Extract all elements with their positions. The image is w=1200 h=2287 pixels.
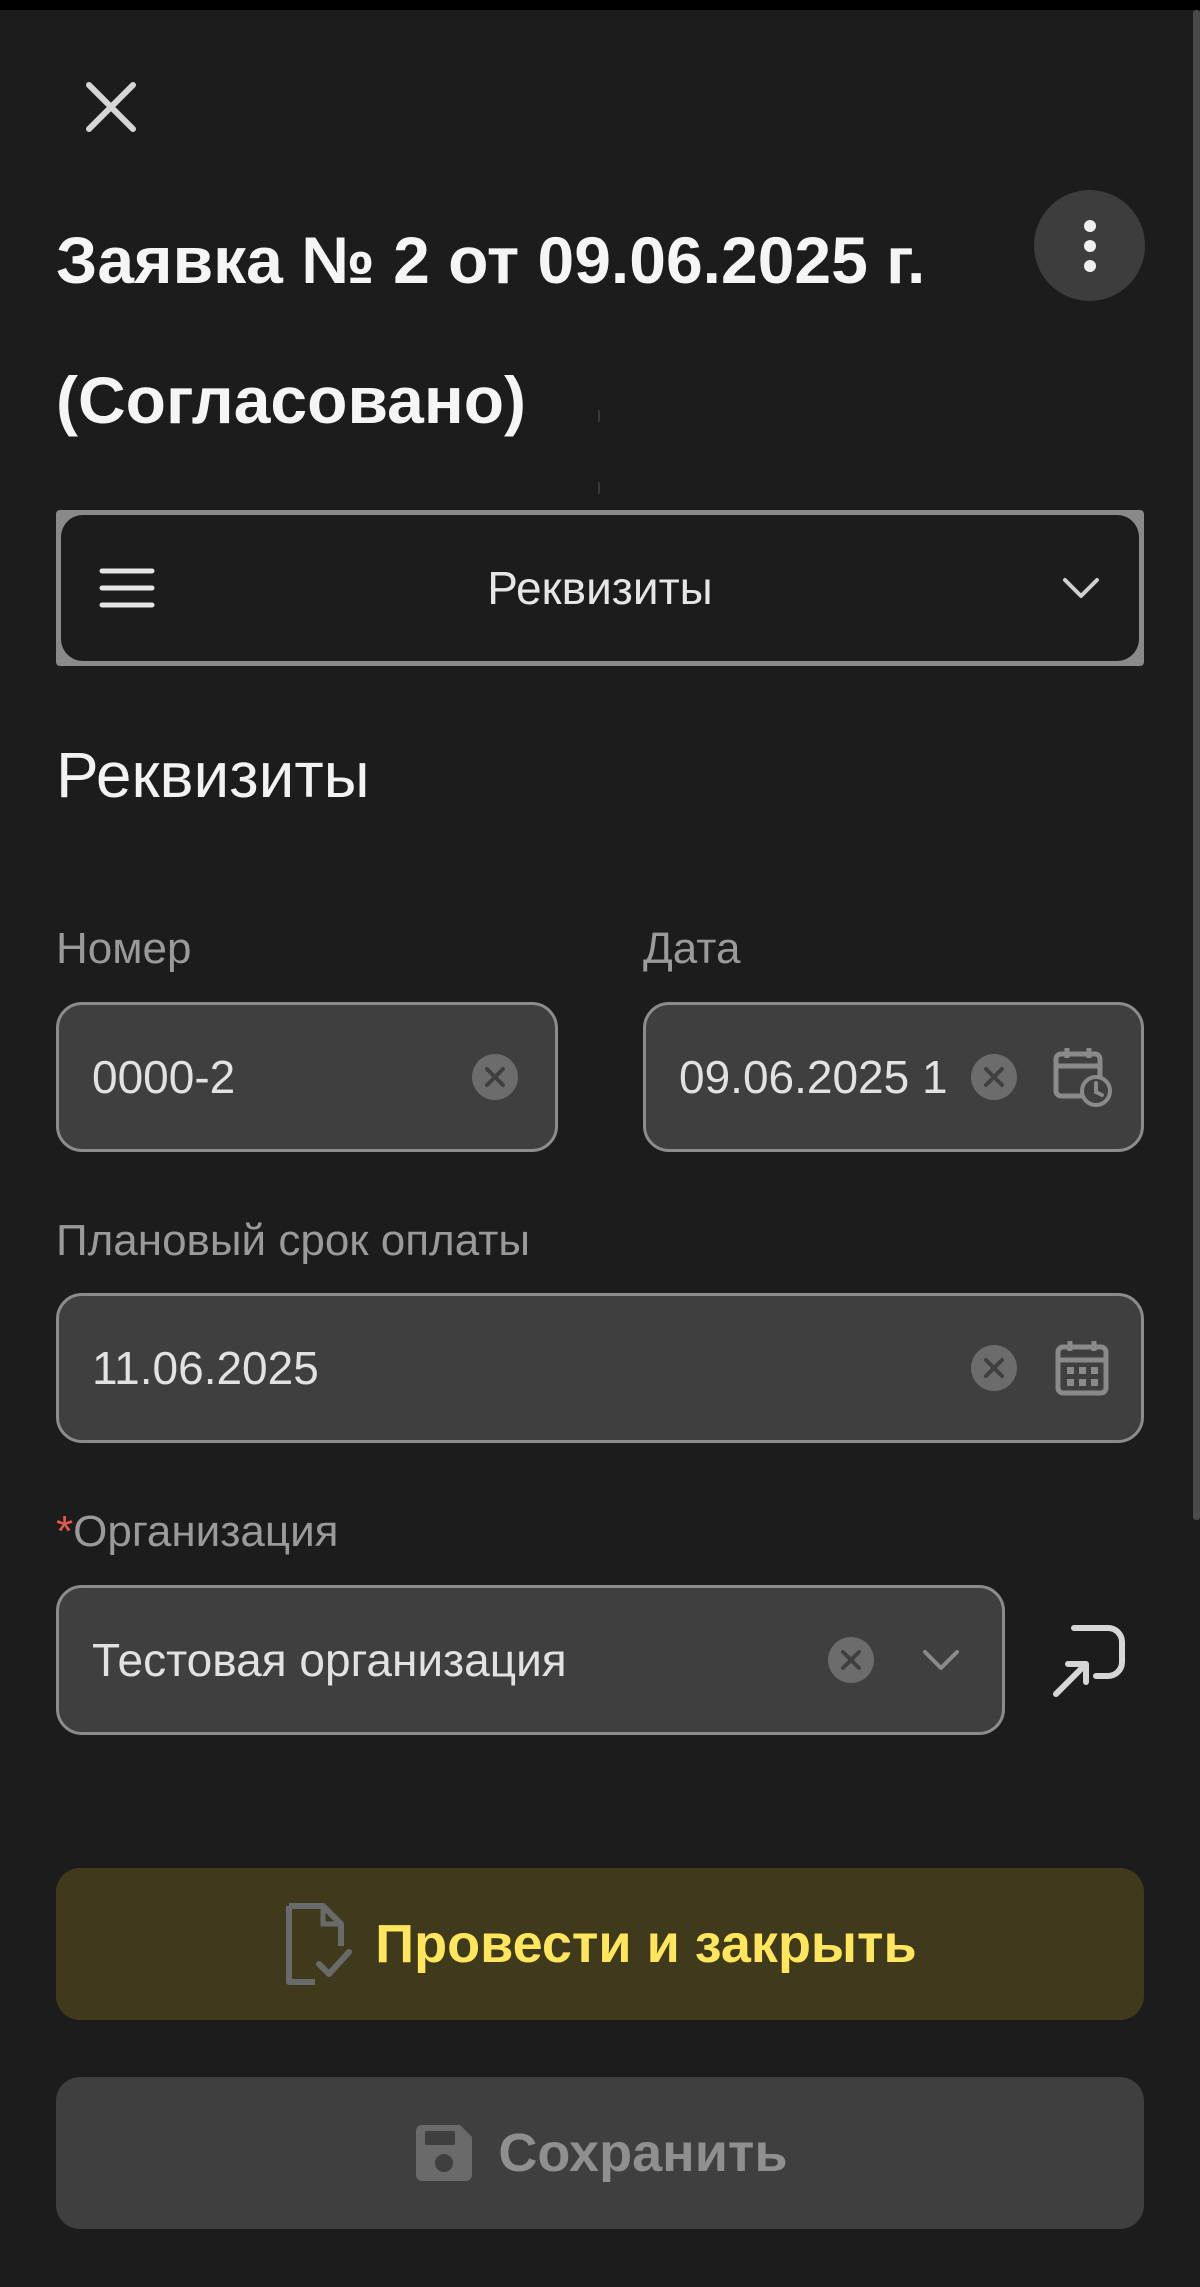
- chevron-down-icon: [1063, 578, 1099, 598]
- calendar-icon[interactable]: [1055, 1339, 1109, 1397]
- payment-due-label: Плановый срок оплаты: [56, 1216, 531, 1265]
- post-and-close-label: Провести и закрыть: [375, 1914, 917, 1974]
- close-button[interactable]: [78, 74, 144, 140]
- section-heading: Реквизиты: [56, 739, 370, 811]
- chevron-down-icon[interactable]: [922, 1649, 960, 1671]
- number-label: Номер: [56, 924, 192, 973]
- date-value: 09.06.2025 1: [679, 1051, 948, 1103]
- divider-mark: [598, 482, 600, 494]
- clear-organization-icon[interactable]: [827, 1636, 875, 1684]
- number-field[interactable]: 0000-2: [56, 1002, 558, 1152]
- menu-icon: [99, 568, 155, 608]
- date-field[interactable]: 09.06.2025 1: [643, 1002, 1144, 1152]
- section-select[interactable]: Реквизиты: [61, 515, 1139, 661]
- payment-due-field[interactable]: 11.06.2025: [56, 1293, 1144, 1443]
- clear-date-icon[interactable]: [970, 1053, 1018, 1101]
- organization-label-text: Организация: [73, 1507, 339, 1556]
- organization-value: Тестовая организация: [92, 1634, 567, 1686]
- required-mark: *: [56, 1507, 74, 1556]
- save-label: Сохранить: [498, 2123, 788, 2183]
- number-value: 0000-2: [92, 1051, 236, 1103]
- organization-label: *Организация: [56, 1507, 339, 1557]
- floppy-disk-icon: [416, 2125, 473, 2181]
- more-vertical-icon: [1083, 219, 1096, 272]
- organization-field[interactable]: Тестовая организация: [56, 1585, 1005, 1735]
- clear-number-icon[interactable]: [471, 1053, 519, 1101]
- page-title-line1: Заявка № 2 от 09.06.2025 г.: [56, 223, 926, 297]
- page-title-status: (Согласовано): [56, 363, 527, 437]
- close-icon: [86, 82, 136, 132]
- calendar-clock-icon[interactable]: [1053, 1046, 1113, 1108]
- document-check-icon: [286, 1903, 353, 1985]
- save-button[interactable]: Сохранить: [56, 2077, 1144, 2229]
- clear-payment-due-icon[interactable]: [970, 1344, 1018, 1392]
- page-title: Заявка № 2 от 09.06.2025 г. (Согласовано…: [56, 190, 1016, 470]
- more-options-button[interactable]: [1034, 190, 1145, 301]
- scrollbar[interactable]: [1193, 10, 1200, 1520]
- divider-mark: [598, 410, 600, 422]
- open-external-icon[interactable]: [1046, 1616, 1130, 1700]
- post-and-close-button[interactable]: Провести и закрыть: [56, 1868, 1144, 2020]
- section-select-label: Реквизиты: [487, 562, 713, 614]
- status-bar-strip: [0, 0, 1200, 10]
- payment-due-value: 11.06.2025: [92, 1342, 319, 1394]
- section-select-focus-ring: Реквизиты: [56, 510, 1144, 666]
- date-label: Дата: [643, 924, 741, 973]
